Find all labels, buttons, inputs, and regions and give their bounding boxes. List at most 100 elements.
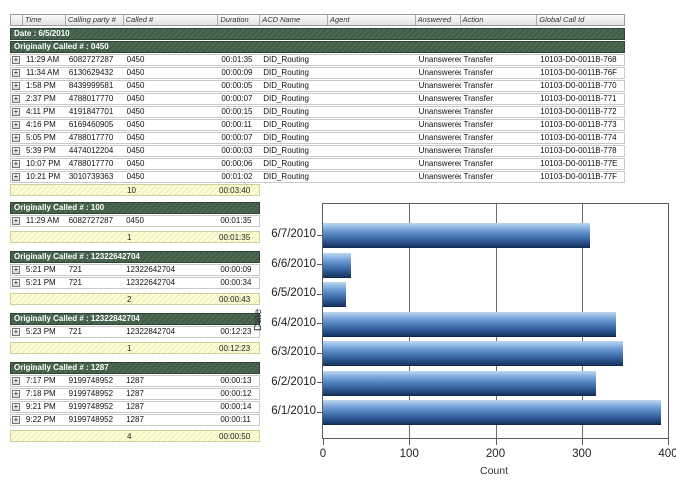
expand-plus-icon[interactable]: + [12, 416, 20, 424]
x-axis-title: Count [480, 465, 508, 477]
call-report-screen: TimeCalling party #Called #DurationACD N… [0, 0, 676, 485]
cell-acd-name: DID_Routing [260, 172, 328, 182]
cell-action: Transfer [461, 133, 538, 143]
cell-time: 4:16 PM [23, 120, 66, 130]
cell-calling-party: 4788017770 [66, 159, 124, 169]
group-summary-row: 100:01:35 [10, 231, 260, 243]
chart-plot-area [322, 203, 669, 439]
cell-answered: Unanswered [416, 68, 461, 78]
expand-plus-icon[interactable]: + [12, 266, 20, 274]
column-header-acd-name: ACD Name [260, 15, 328, 25]
cell-duration: 00:00:07 [218, 94, 260, 104]
expand-plus-icon[interactable]: + [12, 160, 20, 168]
x-tick-mark [409, 439, 410, 445]
cell-agent [328, 55, 416, 65]
y-tick-label: 6/1/2010 [246, 405, 316, 417]
expand-plus-icon[interactable]: + [12, 69, 20, 77]
cell-calling-party: 6130629432 [66, 68, 124, 78]
call-row: +9:22 PM9199748952128700:00:11 [10, 414, 260, 426]
call-row: +4:11 PM4191847701045000:00:15DID_Routin… [10, 106, 625, 118]
call-report-table: TimeCalling party #Called #DurationACD N… [10, 14, 625, 196]
expand-plus-icon[interactable]: + [12, 377, 20, 385]
expand-plus-icon[interactable]: + [12, 279, 20, 287]
cell-agent [328, 94, 416, 104]
expand-plus-icon[interactable]: + [12, 147, 20, 155]
column-header-expand [11, 15, 23, 25]
call-row: +5:21 PM7211232264270400:00:09 [10, 264, 260, 276]
cell-agent [328, 172, 416, 182]
expand-plus-icon[interactable]: + [12, 328, 20, 336]
column-header-calling-party: Calling party # [66, 15, 124, 25]
cell-answered: Unanswered [416, 146, 461, 156]
summary-call-count: 1 [127, 344, 131, 354]
cell-called: 0450 [124, 120, 219, 130]
cell-answered: Unanswered [416, 133, 461, 143]
originally-called-group-header: Originally Called # : 12322642704 [10, 251, 260, 263]
y-tick-mark [317, 412, 322, 413]
x-tick-label: 300 [572, 448, 591, 460]
y-tick-mark [317, 323, 322, 324]
expand-cell: + [11, 216, 23, 226]
cell-time: 11:34 AM [23, 68, 66, 78]
cell-time: 10:21 PM [23, 172, 66, 182]
cell-calling-party: 6082727287 [66, 55, 124, 65]
expand-cell: + [11, 278, 23, 288]
cell-action: Transfer [461, 81, 538, 91]
cell-time: 4:11 PM [23, 107, 66, 117]
originally-called-group: Originally Called # : 0450+11:29 AM60827… [10, 41, 625, 196]
cell-called: 12322842704 [123, 327, 217, 337]
calls-by-date-bar-chart: Date Count 6/7/20106/6/20106/5/20106/4/2… [240, 195, 676, 485]
expand-plus-icon[interactable]: + [12, 121, 20, 129]
cell-called: 0450 [124, 94, 219, 104]
cell-action: Transfer [461, 55, 538, 65]
cell-duration: 00:00:09 [218, 68, 260, 78]
group-summary-row: 1000:03:40 [10, 184, 260, 196]
x-tick-label: 400 [658, 448, 676, 460]
expand-plus-icon[interactable]: + [12, 108, 20, 116]
cell-global-call-id: 10103-D0-0011B-771 [537, 94, 624, 104]
expand-plus-icon[interactable]: + [12, 134, 20, 142]
expand-plus-icon[interactable]: + [12, 173, 20, 181]
call-row: +10:21 PM3010739363045000:01:02DID_Routi… [10, 171, 625, 183]
cell-called: 0450 [124, 81, 219, 91]
cell-calling-party: 9199748952 [66, 402, 124, 412]
column-header-agent: Agent [328, 15, 416, 25]
y-tick-label: 6/7/2010 [246, 228, 316, 240]
bar-6/4/2010 [323, 312, 616, 337]
cell-called: 0450 [124, 133, 219, 143]
cell-agent [328, 68, 416, 78]
cell-called: 12322642704 [123, 278, 217, 288]
cell-calling-party: 4474012204 [66, 146, 124, 156]
bar-6/5/2010 [323, 282, 346, 307]
column-header-time: Time [23, 15, 66, 25]
table-header-row: TimeCalling party #Called #DurationACD N… [10, 14, 625, 26]
y-tick-mark [317, 235, 322, 236]
cell-calling-party: 721 [66, 278, 124, 288]
summary-call-count: 2 [127, 295, 131, 305]
cell-time: 7:17 PM [23, 376, 66, 386]
call-row: +5:39 PM4474012204045000:00:03DID_Routin… [10, 145, 625, 157]
cell-global-call-id: 10103-D0-0011B-774 [537, 133, 624, 143]
expand-cell: + [11, 133, 23, 143]
expand-plus-icon[interactable]: + [12, 82, 20, 90]
originally-called-group: Originally Called # : 100+11:29 AM608272… [10, 202, 260, 243]
expand-plus-icon[interactable]: + [12, 217, 20, 225]
originally-called-group-header: Originally Called # : 1287 [10, 362, 260, 374]
cell-calling-party: 9199748952 [66, 389, 124, 399]
cell-agent [328, 120, 416, 130]
x-tick-mark [323, 439, 324, 445]
cell-time: 11:29 AM [23, 216, 66, 226]
cell-global-call-id: 10103-D0-0011B-773 [537, 120, 624, 130]
originally-called-group-header: Originally Called # : 100 [10, 202, 260, 214]
call-row: +9:21 PM9199748952128700:00:14 [10, 401, 260, 413]
x-tick-mark [668, 439, 669, 445]
expand-plus-icon[interactable]: + [12, 403, 20, 411]
expand-cell: + [11, 402, 23, 412]
expand-plus-icon[interactable]: + [12, 390, 20, 398]
cell-agent [328, 133, 416, 143]
cell-acd-name: DID_Routing [260, 159, 328, 169]
column-header-answered: Answered [416, 15, 461, 25]
expand-plus-icon[interactable]: + [12, 95, 20, 103]
expand-cell: + [11, 376, 23, 386]
expand-plus-icon[interactable]: + [12, 56, 20, 64]
